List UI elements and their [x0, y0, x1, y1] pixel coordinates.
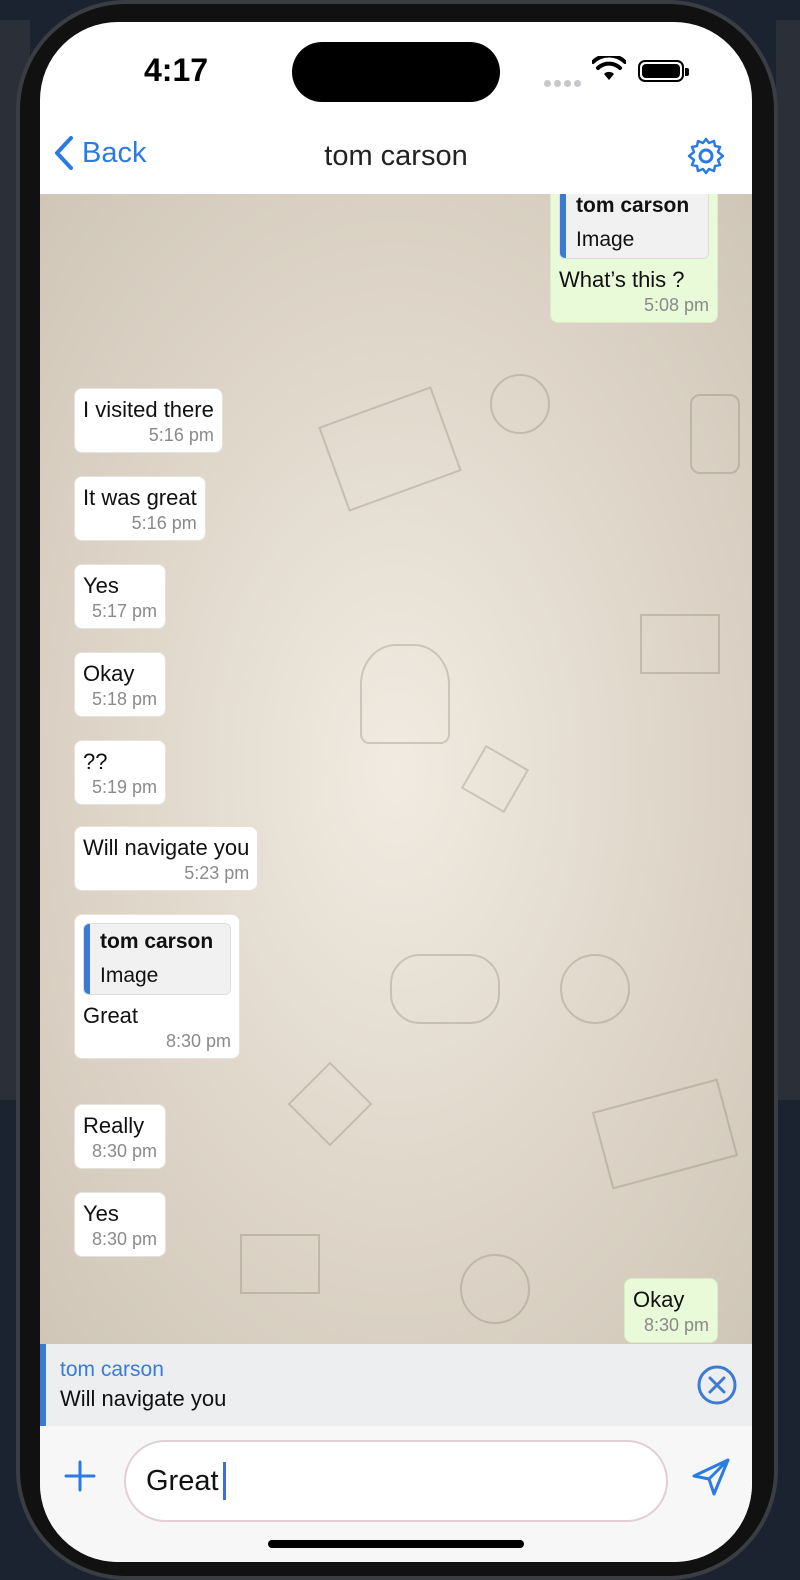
message-time: 5:23 pm: [184, 863, 250, 883]
composer-bar: Great: [40, 1426, 752, 1562]
battery-icon: [638, 60, 689, 82]
message-time: 5:16 pm: [148, 425, 214, 445]
home-indicator: [268, 1540, 524, 1548]
signal-icon: [544, 74, 584, 87]
quoted-message[interactable]: tom carson Image: [83, 923, 231, 995]
wallpaper-doodle: [690, 394, 740, 474]
navigation-bar: Back tom carson: [40, 122, 752, 194]
message-input-value: Great: [146, 1464, 219, 1497]
message-time: 5:08 pm: [643, 295, 709, 315]
incoming-message[interactable]: Yes 5:17 pm: [74, 564, 166, 629]
incoming-message[interactable]: It was great 5:16 pm: [74, 476, 206, 541]
wallpaper-doodle: [591, 1078, 739, 1190]
quoted-message[interactable]: tom carson Image: [559, 194, 709, 259]
message-time: 8:30 pm: [91, 1229, 157, 1249]
message-text: Really: [83, 1113, 145, 1138]
message-text: What’s this ?: [559, 267, 685, 292]
text-caret: [222, 1462, 226, 1500]
wallpaper-doodle: [287, 1061, 373, 1147]
incoming-message[interactable]: Will navigate you 5:23 pm: [74, 826, 259, 891]
outgoing-message[interactable]: tom carson Image What’s this ? 5:08 pm: [550, 194, 718, 323]
quoted-sender: tom carson: [100, 930, 214, 953]
outgoing-message[interactable]: Okay 8:30 pm: [624, 1278, 718, 1343]
message-time: 5:18 pm: [91, 689, 157, 709]
wallpaper-doodle: [490, 374, 550, 434]
message-list[interactable]: tom carson Image What’s this ? 5:08 pm I…: [40, 194, 752, 1344]
message-text: Okay: [633, 1287, 685, 1312]
quoted-sender: tom carson: [576, 194, 690, 217]
status-bar: 4:17: [40, 22, 752, 122]
dynamic-island: [292, 42, 500, 102]
message-text: It was great: [83, 485, 197, 510]
incoming-message[interactable]: I visited there 5:16 pm: [74, 388, 223, 453]
message-text: Yes: [83, 1201, 119, 1226]
phone-screen: 4:17 Back tom carson tom carson Image Wh…: [40, 22, 752, 1562]
chat-title: tom carson: [324, 140, 468, 172]
quoted-text: Image: [576, 228, 635, 251]
wifi-icon: [592, 56, 626, 80]
wallpaper-doodle: [460, 1254, 530, 1324]
wallpaper-doodle: [640, 614, 720, 674]
message-input[interactable]: Great: [124, 1440, 668, 1522]
reply-preview-bar: [40, 1344, 46, 1426]
wallpaper-doodle: [318, 386, 462, 512]
message-time: 5:16 pm: [131, 513, 197, 533]
incoming-message[interactable]: tom carson Image Great 8:30 pm: [74, 914, 240, 1059]
incoming-message[interactable]: Really 8:30 pm: [74, 1104, 166, 1169]
message-text: Great: [83, 1003, 139, 1028]
message-text: ??: [83, 749, 108, 774]
wallpaper-doodle: [240, 1234, 320, 1294]
message-time: 5:17 pm: [91, 601, 157, 621]
wallpaper-doodle: [360, 644, 450, 744]
status-time: 4:17: [144, 52, 209, 88]
close-circle-icon[interactable]: [696, 1364, 738, 1406]
message-time: 8:30 pm: [91, 1141, 157, 1161]
message-text: Okay: [83, 661, 135, 686]
message-text: Yes: [83, 573, 119, 598]
background-window: [776, 20, 800, 1100]
send-icon[interactable]: [690, 1456, 732, 1498]
reply-preview: tom carson Will navigate you: [40, 1344, 752, 1426]
quoted-text: Image: [100, 964, 159, 987]
wallpaper-doodle: [560, 954, 630, 1024]
message-text: I visited there: [83, 397, 214, 422]
plus-icon[interactable]: [62, 1458, 98, 1494]
incoming-message[interactable]: Yes 8:30 pm: [74, 1192, 166, 1257]
incoming-message[interactable]: Okay 5:18 pm: [74, 652, 166, 717]
message-text: Will navigate you: [83, 835, 250, 860]
wallpaper-doodle: [460, 744, 530, 814]
wallpaper-doodle: [390, 954, 500, 1024]
reply-preview-text: Will navigate you: [60, 1386, 227, 1411]
message-time: 5:19 pm: [91, 777, 157, 797]
reply-preview-sender: tom carson: [60, 1358, 164, 1381]
message-time: 8:30 pm: [643, 1315, 709, 1335]
incoming-message[interactable]: ?? 5:19 pm: [74, 740, 166, 805]
gear-icon[interactable]: [686, 136, 726, 176]
message-time: 8:30 pm: [165, 1031, 231, 1051]
